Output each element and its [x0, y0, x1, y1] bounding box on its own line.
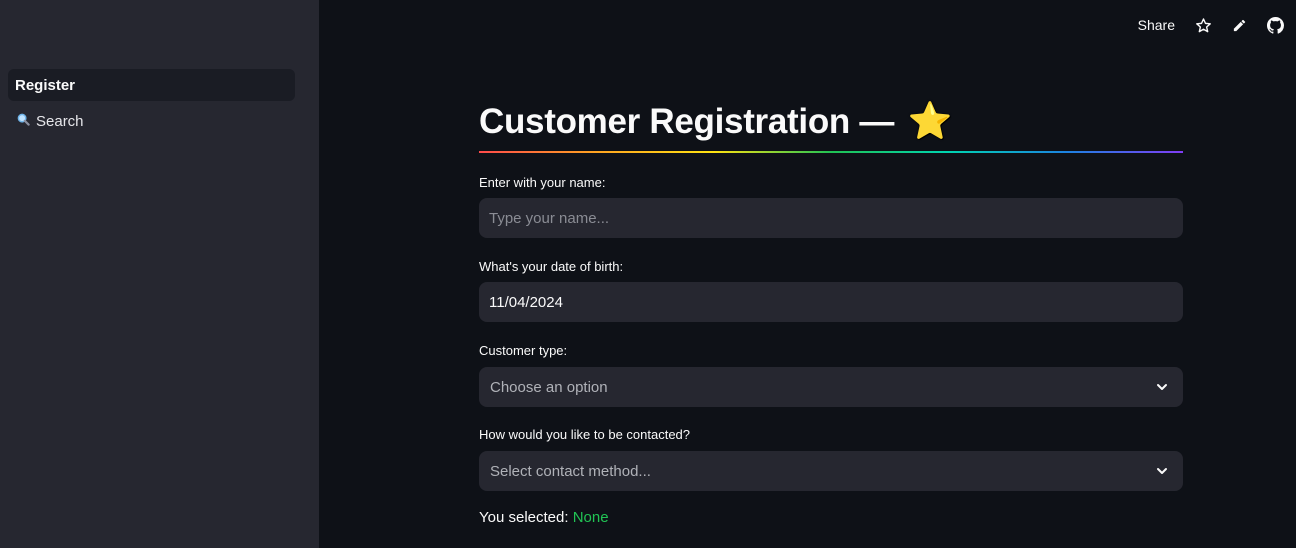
top-toolbar: Share: [1138, 0, 1296, 50]
github-icon[interactable]: [1266, 16, 1284, 34]
star-icon[interactable]: [1194, 16, 1212, 34]
sidebar-item-search[interactable]: Search: [8, 105, 295, 137]
dob-value: 11/04/2024: [489, 293, 563, 311]
title-divider: [479, 151, 1183, 153]
dob-label: What's your date of birth:: [479, 259, 624, 274]
contact-method-placeholder: Select contact method...: [490, 462, 651, 480]
dob-input[interactable]: 11/04/2024: [479, 282, 1183, 322]
magnifier-icon: [17, 113, 30, 129]
sidebar-item-register[interactable]: Register: [8, 69, 295, 101]
customer-type-placeholder: Choose an option: [490, 378, 608, 396]
name-input-placeholder: Type your name...: [489, 209, 610, 227]
name-label: Enter with your name:: [479, 175, 606, 190]
app-window: Register Search Share Customer Registrat…: [0, 0, 1296, 548]
contact-label: How would you like to be contacted?: [479, 427, 691, 442]
sidebar-item-label: Register: [15, 76, 76, 94]
page-title: Customer Registration — ⭐: [479, 100, 952, 142]
pencil-icon[interactable]: [1230, 16, 1248, 34]
customer-type-select[interactable]: Choose an option: [479, 367, 1183, 407]
customer-type-label: Customer type:: [479, 343, 568, 358]
chevron-down-icon: [1155, 464, 1169, 478]
contact-method-select[interactable]: Select contact method...: [479, 451, 1183, 491]
selection-result-prefix: You selected:: [479, 509, 569, 526]
sidebar-item-label: Search: [36, 112, 84, 130]
star-emoji-icon: ⭐: [907, 100, 953, 141]
sidebar: Register Search: [0, 0, 319, 548]
share-button[interactable]: Share: [1138, 17, 1175, 33]
name-input[interactable]: Type your name...: [479, 198, 1183, 238]
selection-result: You selected: None: [479, 509, 609, 526]
selection-result-value: None: [572, 509, 609, 526]
chevron-down-icon: [1155, 380, 1169, 394]
page-title-text: Customer Registration —: [479, 102, 895, 141]
